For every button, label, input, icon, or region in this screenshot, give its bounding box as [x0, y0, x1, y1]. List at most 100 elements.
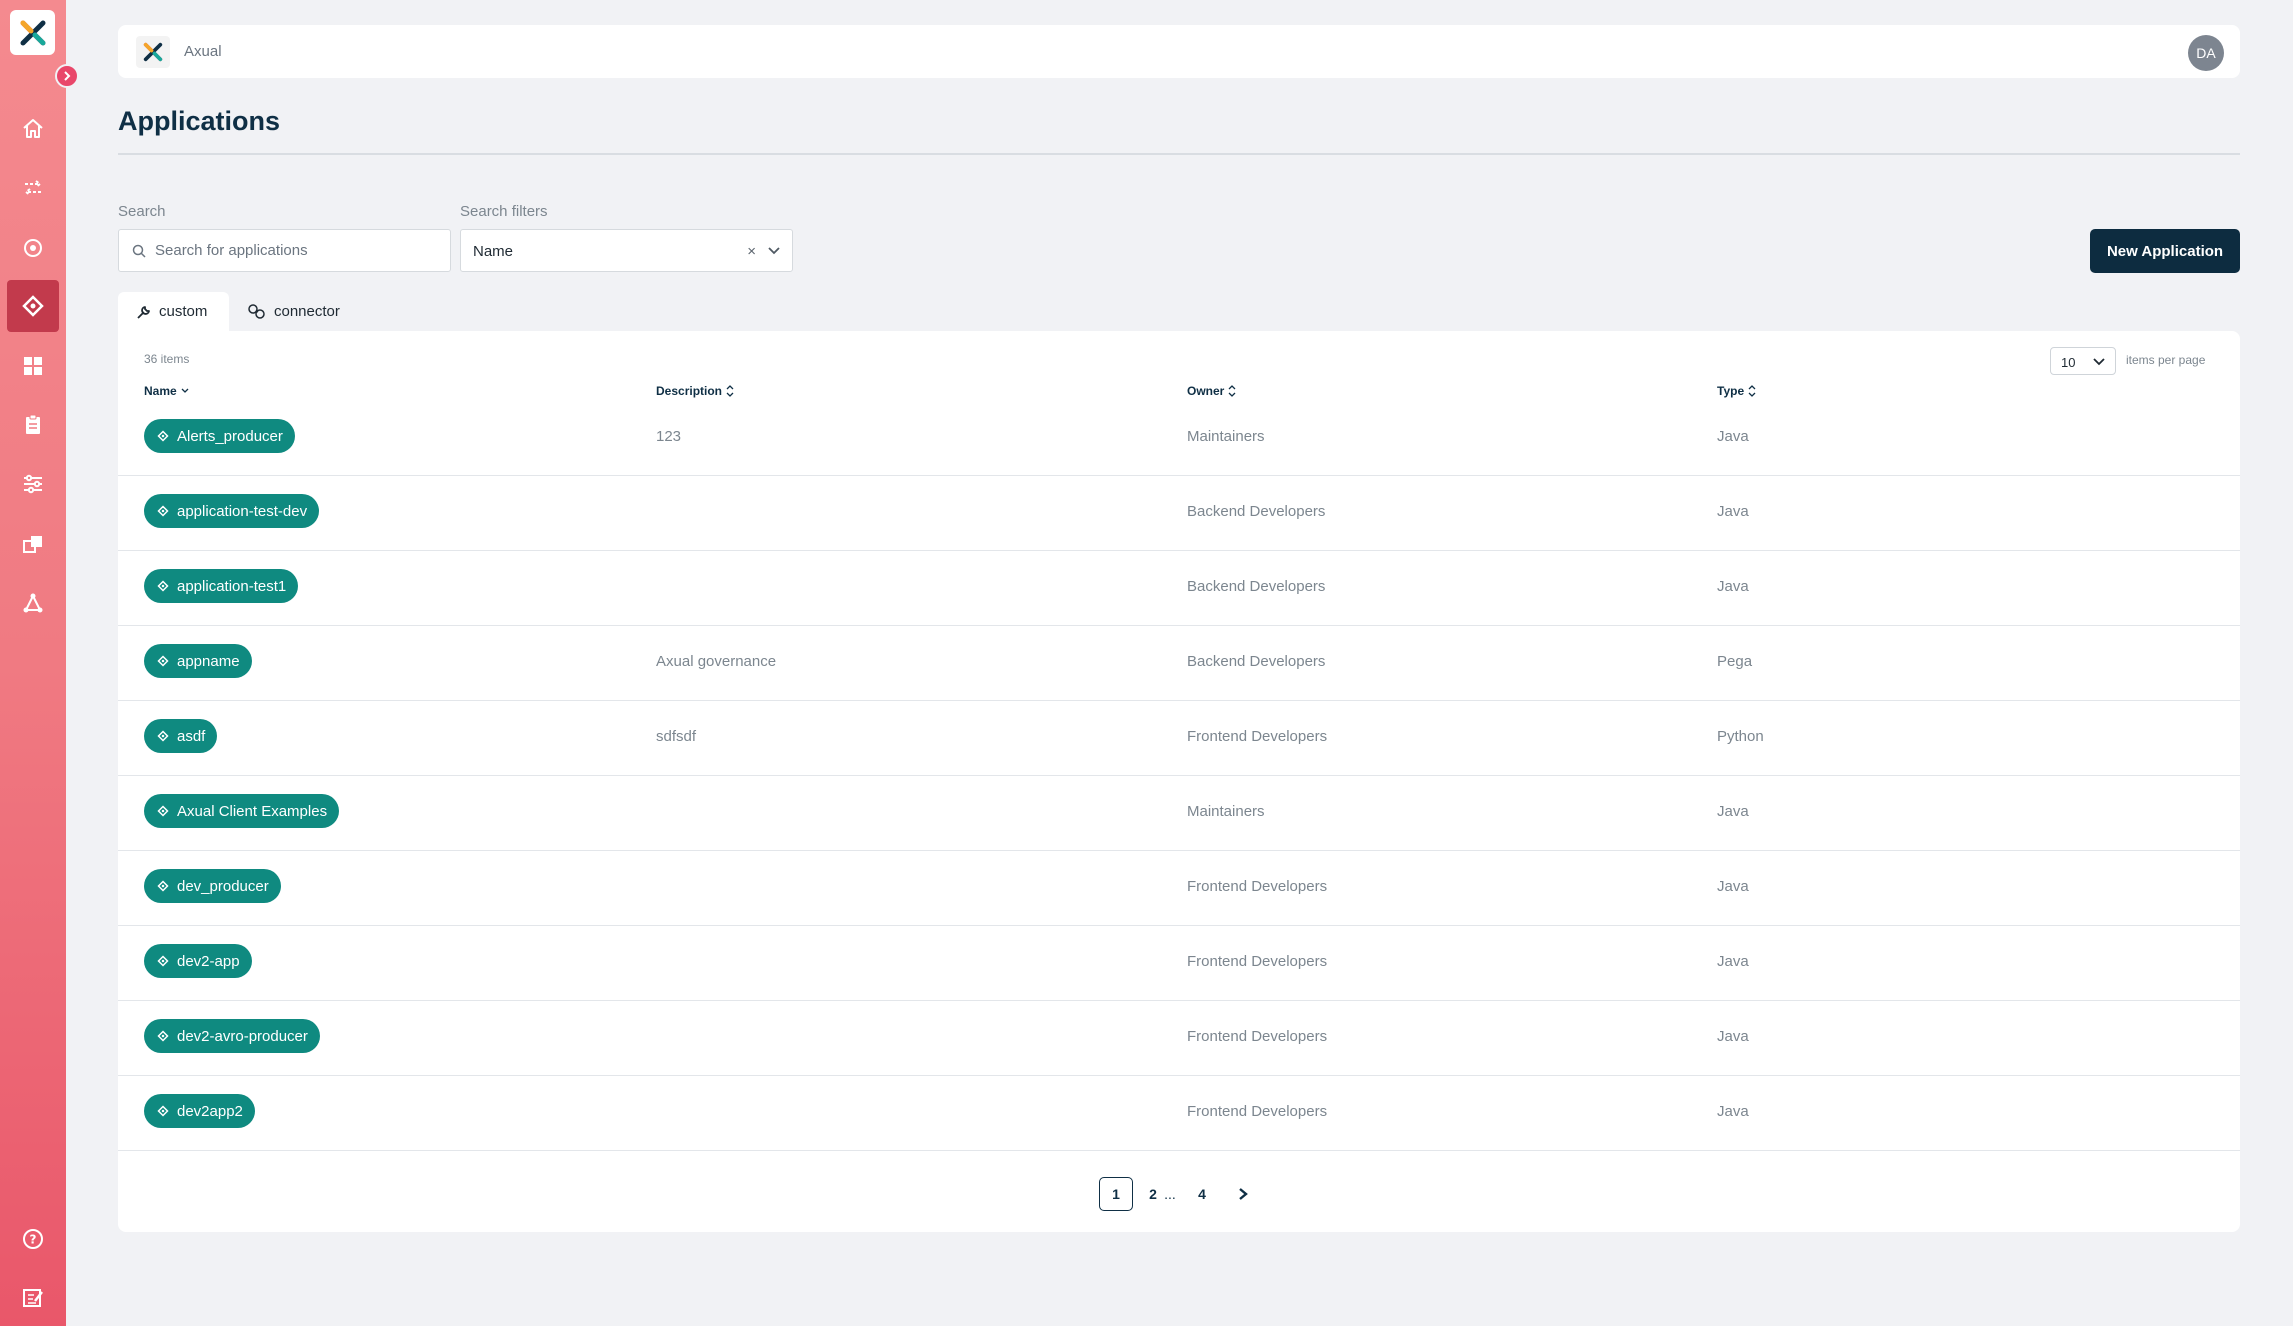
sidebar-item-topology[interactable]	[7, 577, 59, 629]
table-row[interactable]: Axual Client Examples Maintainers Java	[118, 776, 2240, 851]
application-owner: Frontend Developers	[1187, 953, 1328, 970]
sidebar-item-schemas[interactable]	[7, 399, 59, 451]
user-avatar[interactable]: DA	[2188, 35, 2224, 71]
items-per-page-label: items per page	[2126, 353, 2206, 367]
application-name-pill[interactable]: Axual Client Examples	[144, 794, 340, 828]
next-page-button[interactable]	[1226, 1177, 1260, 1211]
application-name-pill[interactable]: dev2-app	[144, 944, 252, 978]
sidebar-item-home[interactable]	[7, 103, 59, 155]
topics-icon	[24, 239, 42, 257]
applications-table-card: 36 items 10 items per page Name Descript…	[118, 331, 2240, 1232]
application-description: 123	[656, 428, 682, 445]
application-name: appname	[177, 652, 240, 670]
sidebar-item-streams[interactable]	[7, 162, 59, 214]
application-name-pill[interactable]: appname	[144, 644, 252, 678]
application-name-pill[interactable]: Alerts_producer	[144, 419, 295, 453]
chevron-down-icon	[2093, 358, 2105, 366]
table-row[interactable]: asdf sdfsdf Frontend Developers Python	[118, 701, 2240, 776]
application-icon	[157, 1030, 169, 1042]
sidebar-item-dashboard[interactable]	[7, 340, 59, 392]
sort-icon	[1748, 385, 1756, 397]
application-type: Java	[1717, 953, 1749, 970]
application-type: Java	[1717, 878, 1749, 895]
application-type: Java	[1717, 578, 1749, 595]
streams-icon	[24, 180, 42, 196]
application-name-pill[interactable]: asdf	[144, 719, 218, 753]
sort-desc-icon	[181, 388, 189, 393]
application-icon	[157, 580, 169, 592]
brand-logo-icon	[136, 36, 170, 68]
application-name: dev2-avro-producer	[177, 1027, 308, 1045]
application-owner: Backend Developers	[1187, 578, 1326, 595]
dashboard-icon	[24, 357, 42, 375]
page-title: Applications	[118, 106, 281, 136]
sort-icon	[1228, 385, 1236, 397]
page-1-button[interactable]: 1	[1099, 1177, 1133, 1211]
sidebar-item-settings[interactable]	[7, 458, 59, 510]
search-input[interactable]	[155, 230, 445, 271]
application-type: Java	[1717, 803, 1749, 820]
application-icon	[157, 1105, 169, 1117]
svg-text:?: ?	[30, 1233, 37, 1247]
table-row[interactable]: dev2-avro-producer Frontend Developers Jav…	[118, 1001, 2240, 1076]
sidebar-expand-button[interactable]	[55, 64, 79, 88]
search-filter-select[interactable]: Name ×	[460, 229, 793, 272]
tab-connector-label: connector	[274, 303, 340, 320]
column-header-type[interactable]: Type	[1717, 384, 1756, 398]
table-row[interactable]: application-test1 Backend Developers Java	[118, 551, 2240, 626]
application-name-pill[interactable]: application-test1	[144, 569, 299, 603]
application-name-pill[interactable]: application-test-dev	[144, 494, 320, 528]
wrench-icon	[137, 305, 150, 319]
schemas-icon	[26, 414, 40, 434]
table-row[interactable]: application-test-dev Backend Developers Ja…	[118, 476, 2240, 551]
environments-icon	[23, 536, 42, 553]
items-per-page-value: 10	[2061, 355, 2076, 370]
application-name: dev2-app	[177, 952, 240, 970]
sidebar-item-applications[interactable]	[7, 280, 59, 332]
pagination-ellipsis: ...	[1164, 1186, 1176, 1202]
application-name-pill[interactable]: dev2app2	[144, 1094, 255, 1128]
application-name: Alerts_producer	[177, 427, 283, 445]
chevron-down-icon[interactable]	[767, 246, 781, 256]
feedback-icon	[23, 1289, 43, 1307]
sidebar: ?	[0, 0, 66, 1326]
sidebar-item-environments[interactable]	[7, 518, 59, 570]
clear-filter-icon[interactable]: ×	[747, 243, 756, 260]
application-owner: Backend Developers	[1187, 653, 1326, 670]
sort-icon	[726, 385, 734, 397]
table-row[interactable]: Alerts_producer 123 Maintainers Java	[118, 401, 2240, 476]
sidebar-item-topics[interactable]	[7, 222, 59, 274]
application-icon	[157, 955, 169, 967]
connector-icon	[248, 303, 265, 319]
application-name-pill[interactable]: dev2-avro-producer	[144, 1019, 320, 1053]
sidebar-item-help[interactable]: ?	[7, 1213, 59, 1265]
tab-custom-label: custom	[159, 303, 208, 320]
tab-connector[interactable]: connector	[229, 292, 358, 331]
applications-icon	[22, 295, 44, 317]
page-4-button[interactable]: 4	[1185, 1177, 1219, 1211]
search-label: Search	[118, 203, 166, 220]
application-description: Axual governance	[656, 653, 777, 670]
axual-logo[interactable]	[10, 10, 55, 55]
column-header-owner[interactable]: Owner	[1187, 384, 1236, 398]
application-name-pill[interactable]: dev_producer	[144, 869, 281, 903]
table-row[interactable]: dev2-app Frontend Developers Java	[118, 926, 2240, 1001]
application-name: dev2app2	[177, 1102, 243, 1120]
table-row[interactable]: appname Axual governance Backend Developer…	[118, 626, 2240, 701]
application-description: sdfsdf	[656, 728, 697, 745]
table-row[interactable]: dev2app2 Frontend Developers Java	[118, 1076, 2240, 1151]
application-name: application-test1	[177, 577, 287, 595]
application-owner: Backend Developers	[1187, 503, 1326, 520]
application-type: Java	[1717, 503, 1749, 520]
table-row[interactable]: dev_producer Frontend Developers Java	[118, 851, 2240, 926]
new-application-button[interactable]: New Application	[2090, 229, 2240, 273]
application-icon	[157, 805, 169, 817]
column-header-description[interactable]: Description	[656, 384, 734, 398]
help-icon: ?	[23, 1229, 43, 1249]
application-type: Python	[1717, 728, 1764, 745]
tab-custom[interactable]: custom	[118, 292, 229, 331]
column-header-name[interactable]: Name	[144, 384, 189, 398]
items-per-page-select[interactable]: 10	[2050, 347, 2116, 375]
application-icon	[157, 655, 169, 667]
sidebar-item-feedback[interactable]	[7, 1272, 59, 1324]
